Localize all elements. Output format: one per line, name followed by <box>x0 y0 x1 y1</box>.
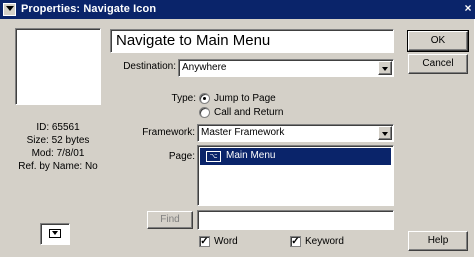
word-checkbox[interactable]: ✓ <box>199 236 210 247</box>
chevron-down-icon[interactable] <box>378 61 392 75</box>
type-label: Type: <box>171 93 196 104</box>
call-and-return-label: Call and Return <box>214 107 284 118</box>
word-label: Word <box>214 236 238 247</box>
window-menu-icon[interactable] <box>3 3 16 16</box>
jump-to-page-label: Jump to Page <box>214 93 276 104</box>
destination-label: Destination: <box>123 61 176 72</box>
title-bar[interactable]: Properties: Navigate Icon × <box>0 0 475 19</box>
page-icon: ⌥ <box>206 151 221 162</box>
find-button[interactable]: Find <box>147 211 193 229</box>
properties-dialog: Properties: Navigate Icon × ID: 65561 Si… <box>0 0 475 257</box>
keyword-label: Keyword <box>305 236 344 247</box>
find-input[interactable] <box>197 210 394 230</box>
page-label: Page: <box>168 151 195 162</box>
keyword-checkbox[interactable]: ✓ <box>290 236 301 247</box>
close-icon[interactable]: × <box>461 2 475 16</box>
size-text: Size: 52 bytes <box>26 135 90 146</box>
page-list[interactable]: ⌥ Main Menu <box>197 145 394 206</box>
ok-button[interactable]: OK <box>407 30 469 52</box>
icon-preview <box>15 28 101 105</box>
radio-call-and-return[interactable] <box>199 107 210 118</box>
modified-text: Mod: 7/8/01 <box>31 148 85 159</box>
chevron-down-icon[interactable] <box>378 126 392 140</box>
framework-value: Master Framework <box>201 127 285 138</box>
window-title: Properties: Navigate Icon <box>21 3 157 15</box>
framework-label: Framework: <box>142 127 195 138</box>
list-item-label: Main Menu <box>226 150 276 161</box>
radio-jump-to-page[interactable] <box>199 93 210 104</box>
navigate-icon <box>40 223 70 245</box>
id-text: ID: 65561 <box>36 122 80 133</box>
framework-select[interactable]: Master Framework <box>197 124 394 142</box>
destination-value: Anywhere <box>182 62 227 73</box>
cancel-button[interactable]: Cancel <box>408 54 468 74</box>
help-button[interactable]: Help <box>408 231 468 251</box>
destination-select[interactable]: Anywhere <box>178 59 394 77</box>
ref-by-name-text: Ref. by Name: No <box>18 161 98 172</box>
list-item[interactable]: ⌥ Main Menu <box>200 148 391 165</box>
icon-name-field[interactable]: Navigate to Main Menu <box>110 29 394 53</box>
